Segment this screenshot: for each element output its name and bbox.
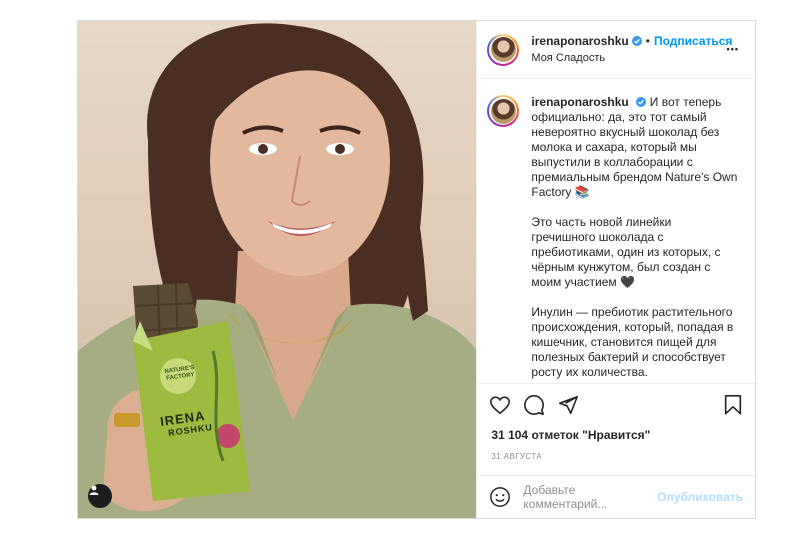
comment-icon [524, 395, 545, 415]
comment-button[interactable] [523, 394, 545, 416]
post-photo[interactable]: NATURE'S FACTORY IRENA ROSHKU [78, 21, 477, 518]
caption-avatar-image [490, 98, 516, 124]
post-sidebar: irenaponaroshku • Подписаться Моя Сладос… [476, 21, 755, 518]
caption-avatar[interactable] [487, 95, 520, 127]
user-tag-icon [89, 485, 99, 495]
avatar[interactable] [487, 33, 520, 66]
comment-box: Добавьте комментарий... Опубликовать [477, 476, 755, 518]
more-options-button[interactable]: ••• [727, 43, 739, 54]
action-bar [477, 384, 755, 426]
verified-icon [631, 36, 642, 46]
likes-count[interactable]: 31 104 отметок "Нравится" [477, 428, 755, 442]
caption-paragraph-1: И вот теперь официально: да, это тот сам… [531, 95, 738, 199]
avatar-image [490, 37, 516, 62]
instagram-post: NATURE'S FACTORY IRENA ROSHKU irenaponar… [77, 20, 756, 519]
caption-paragraph-2: Это часть новой линейки гречишного шокол… [531, 215, 721, 289]
share-button[interactable] [557, 394, 579, 416]
header-username[interactable]: irenaponaroshku [531, 33, 628, 49]
comment-input[interactable]: Добавьте комментарий... [523, 483, 657, 511]
caption-paragraph-3: Инулин — пребиотик растительного происхо… [531, 305, 734, 379]
post-header: irenaponaroshku • Подписаться Моя Сладос… [477, 21, 755, 79]
publish-button[interactable]: Опубликовать [657, 490, 743, 504]
separator-dot: • [645, 34, 650, 48]
photo-illustration [78, 23, 477, 518]
caption-verified-icon [635, 97, 646, 107]
emoji-icon [490, 487, 511, 507]
heart-icon [490, 396, 511, 415]
more-icon: ••• [726, 44, 739, 54]
follow-button[interactable]: Подписаться [654, 33, 732, 49]
bookmark-icon [724, 395, 742, 415]
like-button[interactable] [489, 394, 511, 416]
divider [477, 461, 755, 476]
save-button[interactable] [723, 394, 743, 421]
share-icon [559, 395, 579, 415]
caption-text: irenaponaroshku И вот теперь официально: … [531, 95, 737, 383]
caption-username[interactable]: irenaponaroshku [531, 95, 628, 109]
post-date[interactable]: 31 АВГУСТА [477, 452, 755, 461]
emoji-button[interactable] [489, 486, 511, 508]
caption-area: irenaponaroshku И вот теперь официально: … [477, 79, 755, 384]
user-tag-button[interactable] [88, 484, 112, 508]
location-link[interactable]: Моя Сладость [531, 50, 732, 66]
